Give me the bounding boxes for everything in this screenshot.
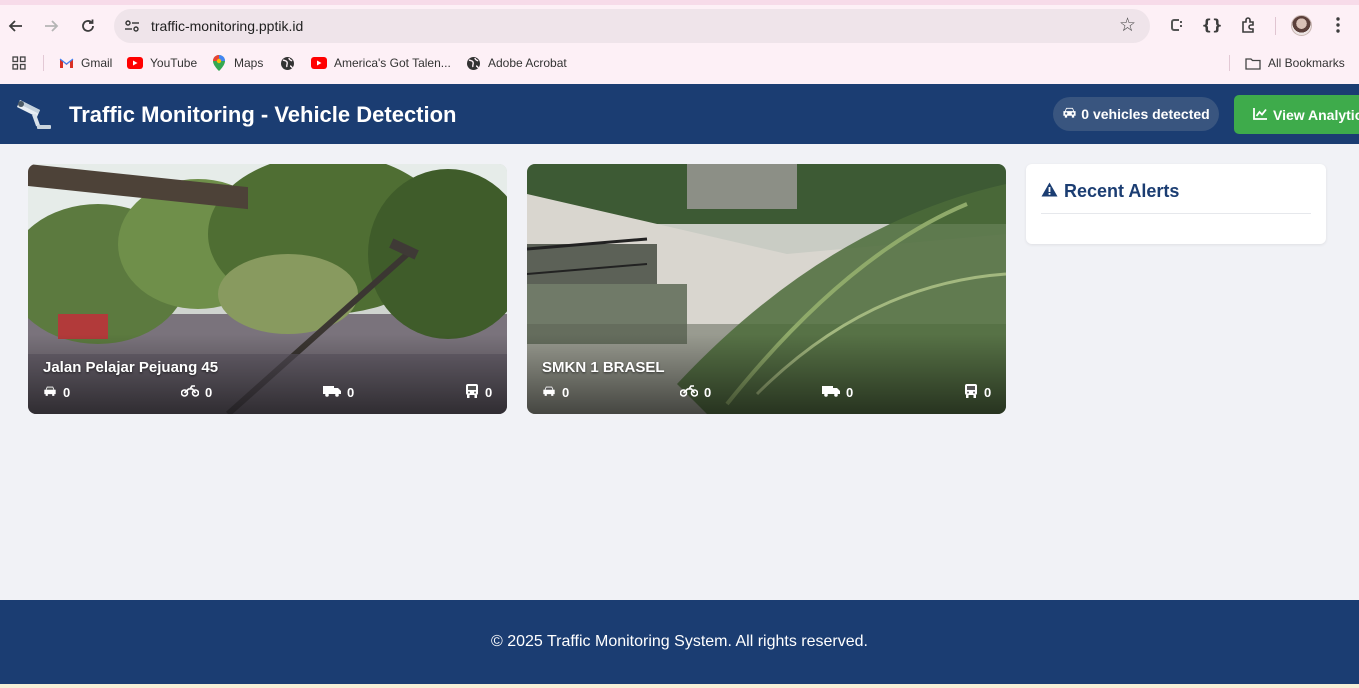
bookmark-maps[interactable]: Maps — [211, 54, 263, 72]
maps-icon — [211, 55, 227, 71]
vehicle-count-badge: 0 vehicles detected — [1053, 97, 1219, 131]
motorcycle-icon — [679, 384, 699, 400]
footer-copyright: © 2025 Traffic Monitoring System. All ri… — [491, 633, 868, 650]
car-icon — [542, 385, 556, 400]
globe-icon — [279, 55, 295, 71]
all-bookmarks-label: All Bookmarks — [1268, 56, 1345, 70]
address-bar[interactable]: traffic-monitoring.pptik.id ☆ — [114, 9, 1150, 43]
all-bookmarks-button[interactable]: All Bookmarks — [1245, 54, 1345, 72]
camera-card[interactable]: Jalan Pelajar Pejuang 45 0 0 0 0 — [28, 164, 507, 414]
arrow-right-icon — [45, 20, 59, 32]
camera-name: Jalan Pelajar Pejuang 45 — [43, 359, 219, 376]
car-icon — [43, 385, 57, 400]
extension-c-icon[interactable] — [1166, 14, 1188, 36]
bus-icon — [465, 383, 479, 401]
page-title: Traffic Monitoring - Vehicle Detection — [69, 102, 457, 127]
truck-count-value: 0 — [347, 384, 355, 400]
bookmarks-divider — [43, 55, 44, 71]
bus-count: 0 — [465, 383, 493, 401]
recent-alerts-heading: Recent Alerts — [1041, 181, 1179, 202]
truck-icon — [822, 385, 840, 400]
menu-kebab-icon[interactable] — [1327, 14, 1349, 36]
bookmark-globe[interactable] — [279, 54, 302, 72]
camera-card[interactable]: SMKN 1 BRASEL 0 0 0 0 — [527, 164, 1006, 414]
camera-name: SMKN 1 BRASEL — [542, 359, 665, 376]
bus-count: 0 — [964, 383, 992, 401]
warning-icon — [1041, 181, 1058, 202]
vehicle-count-label: 0 vehicles detected — [1081, 106, 1210, 122]
bottom-strip — [0, 684, 1359, 688]
motorcycle-count-value: 0 — [205, 384, 213, 400]
car-count: 0 — [542, 384, 569, 400]
motorcycle-icon — [180, 384, 200, 400]
extension-braces-icon[interactable]: {} — [1201, 14, 1223, 36]
globe-icon — [465, 55, 481, 71]
bus-icon — [964, 383, 978, 401]
recent-alerts-title: Recent Alerts — [1064, 181, 1180, 201]
site-settings-icon[interactable] — [123, 16, 141, 36]
bookmark-adobe-acrobat[interactable]: Adobe Acrobat — [465, 54, 567, 72]
bookmark-youtube[interactable]: YouTube — [127, 54, 197, 72]
bookmark-label: Maps — [234, 56, 264, 70]
alerts-divider — [1041, 213, 1311, 214]
truck-count: 0 — [323, 384, 354, 400]
motorcycle-count-value: 0 — [704, 384, 712, 400]
car-icon — [1062, 106, 1077, 122]
bookmark-agt[interactable]: America's Got Talen... — [311, 54, 451, 72]
bus-count-value: 0 — [485, 384, 493, 400]
bookmark-label: Gmail — [81, 56, 113, 70]
browser-chrome: traffic-monitoring.pptik.id ☆ {} Gmail Y… — [0, 0, 1359, 84]
cctv-camera-icon — [15, 94, 55, 134]
back-button[interactable] — [3, 13, 29, 39]
bookmark-label: America's Got Talen... — [334, 56, 451, 70]
view-analytics-button[interactable]: View Analytics — [1234, 95, 1359, 134]
truck-count-value: 0 — [846, 384, 854, 400]
car-count: 0 — [43, 384, 70, 400]
bookmarks-bar: Gmail YouTube Maps America's Got Talen..… — [0, 50, 1359, 76]
youtube-icon — [127, 55, 143, 71]
forward-button[interactable] — [38, 13, 64, 39]
reload-icon — [82, 19, 94, 32]
youtube-icon — [311, 55, 327, 71]
car-count-value: 0 — [562, 384, 570, 400]
bookmark-label: YouTube — [150, 56, 198, 70]
bookmark-star-icon[interactable]: ☆ — [1119, 14, 1136, 36]
car-count-value: 0 — [63, 384, 71, 400]
bus-count-value: 0 — [984, 384, 992, 400]
apps-grid-button[interactable] — [11, 54, 34, 72]
motorcycle-count: 0 — [180, 384, 213, 400]
arrow-left-icon — [8, 20, 22, 32]
reload-button[interactable] — [75, 13, 101, 39]
motorcycle-count: 0 — [679, 384, 712, 400]
toolbar-divider — [1275, 17, 1276, 35]
bookmarks-divider — [1229, 55, 1230, 71]
tab-strip — [0, 0, 1359, 5]
url-text[interactable]: traffic-monitoring.pptik.id — [151, 18, 303, 34]
app-header: Traffic Monitoring - Vehicle Detection 0… — [0, 84, 1359, 144]
gmail-icon — [58, 55, 74, 71]
extensions-puzzle-icon[interactable] — [1238, 14, 1260, 36]
page-footer: © 2025 Traffic Monitoring System. All ri… — [0, 600, 1359, 684]
recent-alerts-panel: Recent Alerts — [1026, 164, 1326, 244]
line-chart-icon — [1253, 107, 1268, 123]
view-analytics-label: View Analytics — [1273, 106, 1359, 123]
bookmark-gmail[interactable]: Gmail — [58, 54, 112, 72]
truck-icon — [323, 385, 341, 400]
truck-count: 0 — [822, 384, 853, 400]
folder-icon — [1245, 55, 1261, 71]
apps-grid-icon — [11, 55, 27, 71]
bookmark-label: Adobe Acrobat — [488, 56, 567, 70]
profile-avatar[interactable] — [1291, 15, 1312, 36]
